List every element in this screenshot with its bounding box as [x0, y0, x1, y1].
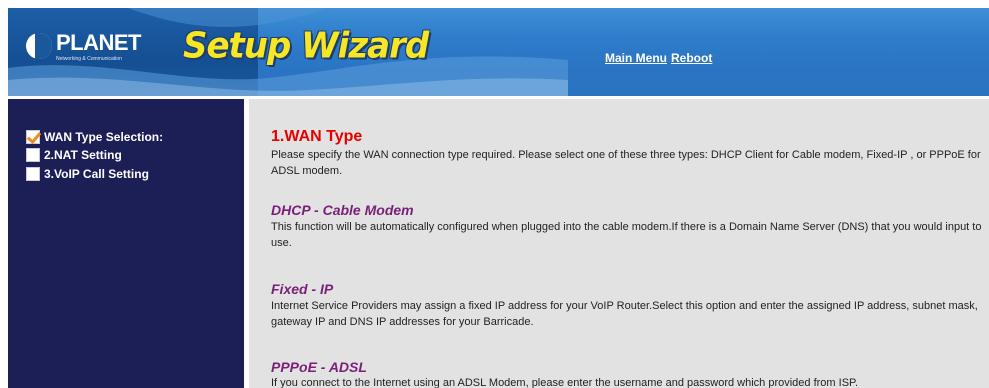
planet-logo: PLANET Networking & Communication	[26, 30, 156, 66]
logo-text: PLANET	[56, 30, 142, 55]
header-menu-links: Main Menu Reboot	[605, 51, 712, 65]
sidebar-item-label: 2.NAT Setting	[44, 148, 122, 162]
checked-box-icon	[26, 130, 40, 144]
setup-wizard-page: PLANET Networking & Communication Setup …	[0, 0, 989, 388]
fixed-ip-description: Internet Service Providers may assign a …	[271, 300, 978, 328]
wan-type-description: Please specify the WAN connection type r…	[271, 149, 981, 177]
main-menu-link[interactable]: Main Menu	[605, 51, 667, 65]
dhcp-description: This function will be automatically conf…	[271, 221, 982, 249]
planet-logo-icon	[26, 33, 52, 59]
wizard-content: 1.WAN Type Please specify the WAN connec…	[249, 99, 989, 388]
page-title: Setup Wizard	[183, 25, 429, 67]
pppoe-heading: PPPoE - ADSL	[271, 359, 367, 375]
wan-type-heading: 1.WAN Type	[271, 128, 363, 145]
fixed-ip-heading: Fixed - IP	[271, 281, 334, 297]
sidebar-item-label: 3.VoIP Call Setting	[44, 167, 149, 181]
dhcp-heading: DHCP - Cable Modem	[271, 202, 414, 218]
sidebar-item-nat-setting[interactable]: 2.NAT Setting	[26, 147, 122, 163]
sidebar-item-wan-type[interactable]: WAN Type Selection:	[26, 129, 163, 145]
reboot-link[interactable]: Reboot	[671, 51, 712, 65]
unchecked-box-icon	[26, 167, 40, 181]
sidebar-item-voip-call-setting[interactable]: 3.VoIP Call Setting	[26, 166, 149, 182]
sidebar-item-label: WAN Type Selection:	[44, 130, 164, 144]
wizard-steps-sidebar: WAN Type Selection: 2.NAT Setting 3.VoIP…	[8, 99, 244, 388]
pppoe-description: If you connect to the Internet using an …	[271, 377, 859, 388]
unchecked-box-icon	[26, 148, 40, 162]
header-banner: PLANET Networking & Communication Setup …	[8, 8, 989, 96]
logo-tagline: Networking & Communication	[56, 56, 122, 62]
